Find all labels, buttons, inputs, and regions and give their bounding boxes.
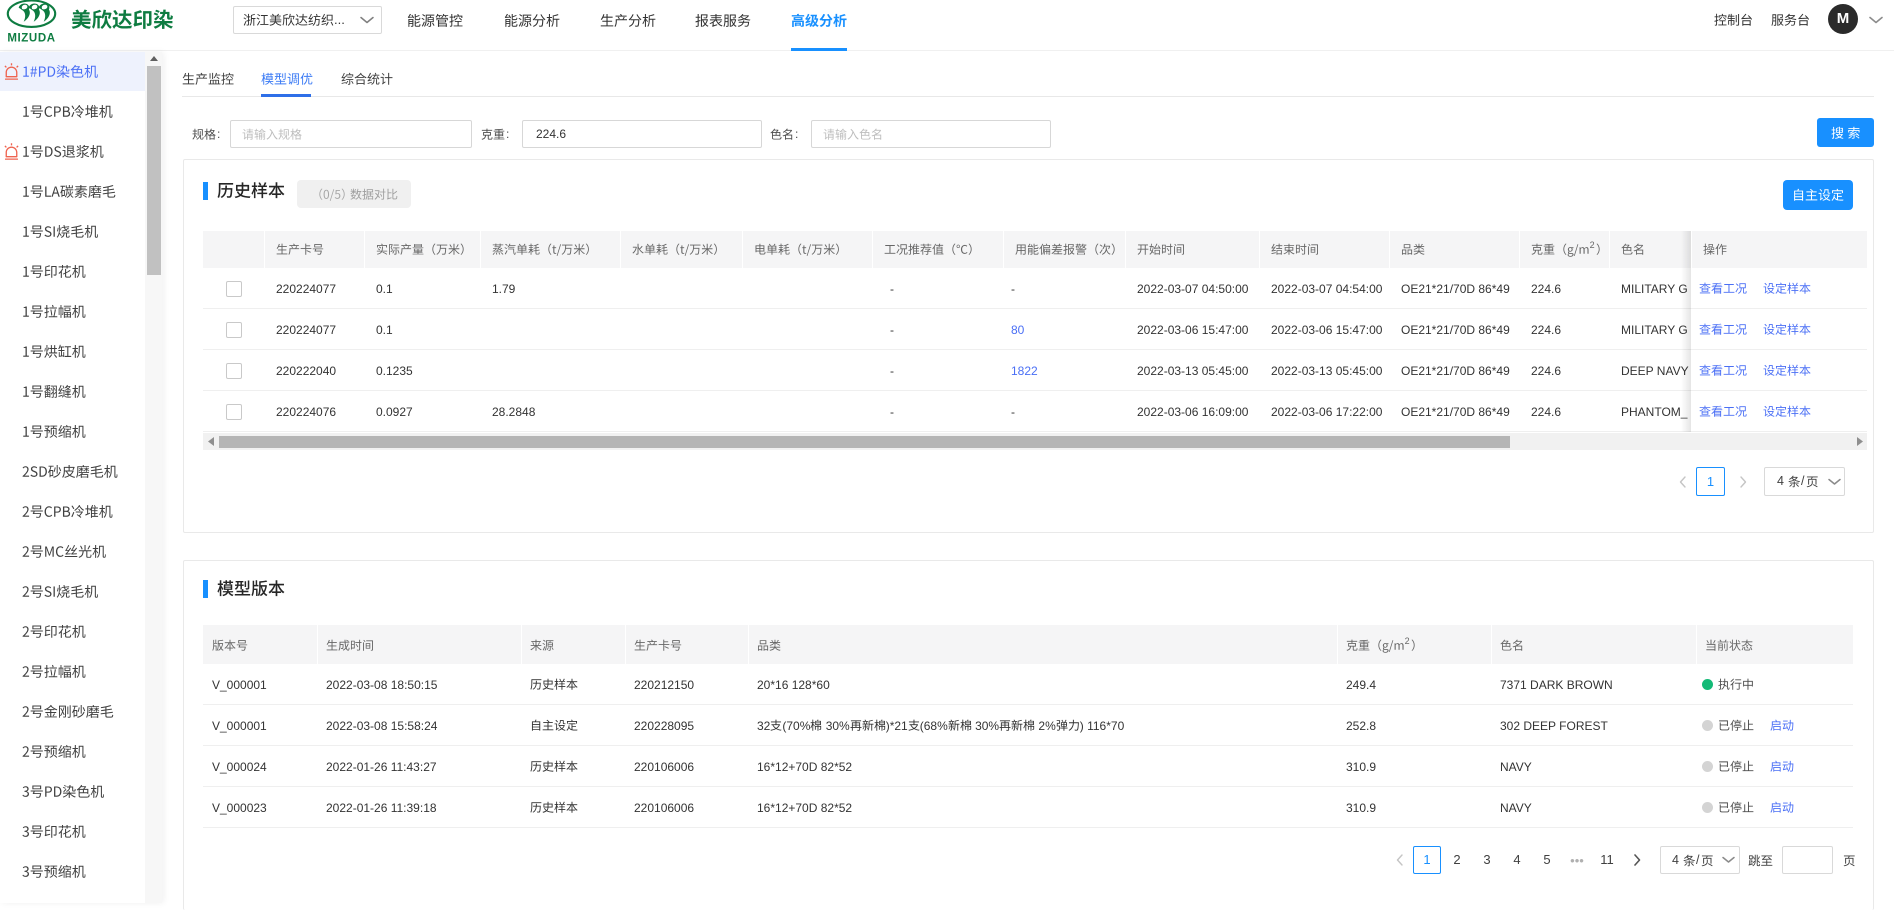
- svg-text:MIZUDA: MIZUDA: [7, 33, 55, 45]
